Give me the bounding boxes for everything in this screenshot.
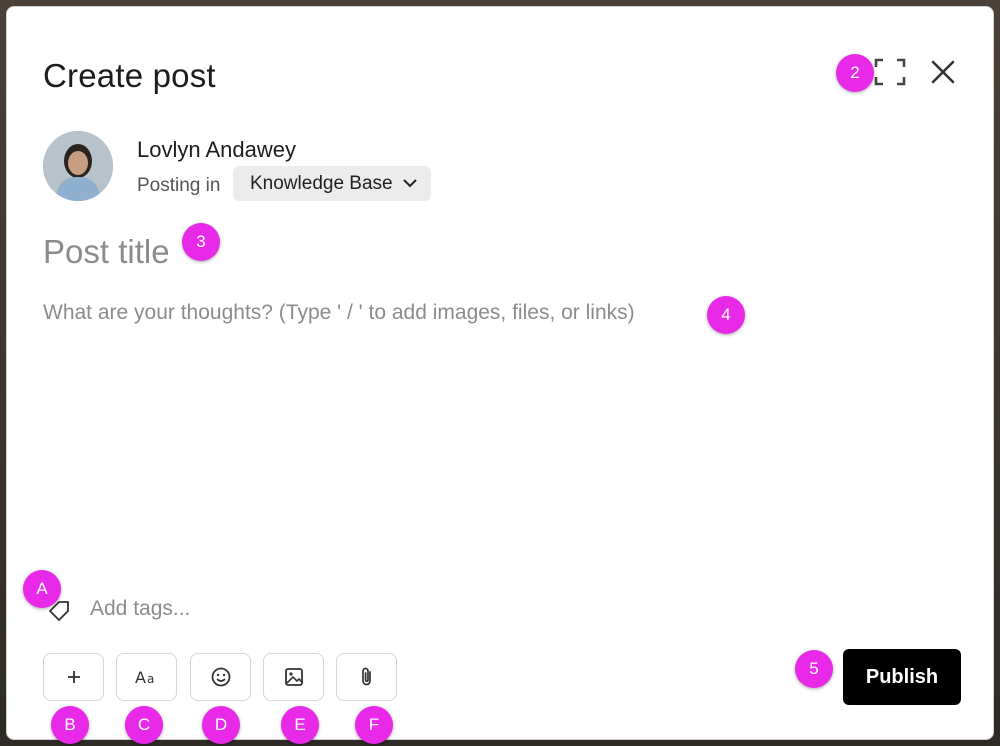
space-selector-label: Knowledge Base	[250, 173, 393, 194]
chevron-down-icon	[402, 179, 417, 188]
annotation-marker-5: 5	[795, 650, 833, 688]
svg-text:a: a	[147, 672, 154, 686]
svg-text:A: A	[135, 668, 146, 687]
avatar	[43, 131, 113, 201]
annotation-marker-f: F	[355, 706, 393, 744]
text-format-icon: A a	[135, 668, 154, 687]
text-format-button[interactable]: A a	[116, 653, 177, 701]
annotation-marker-3: 3	[182, 223, 220, 261]
dialog-title: Create post	[43, 57, 216, 94]
add-button[interactable]	[43, 653, 104, 701]
close-button[interactable]	[928, 57, 958, 87]
expand-icon	[874, 58, 906, 86]
paperclip-icon	[361, 667, 371, 686]
annotation-marker-b: B	[51, 706, 89, 744]
smiley-icon	[211, 667, 230, 687]
tags-field[interactable]: Add tags...	[43, 595, 443, 625]
annotation-marker-d: D	[202, 706, 240, 744]
post-title-input[interactable]: Post title	[43, 233, 170, 271]
annotation-marker-c: C	[125, 706, 163, 744]
author-name: Lovlyn Andawey	[137, 137, 296, 162]
annotation-marker-2: 2	[836, 54, 874, 92]
annotation-marker-e: E	[281, 706, 319, 744]
annotation-marker-a: A	[23, 570, 61, 608]
annotation-marker-4: 4	[707, 296, 745, 334]
tags-input[interactable]: Add tags...	[90, 597, 190, 621]
image-button[interactable]	[263, 653, 324, 701]
publish-button[interactable]: Publish	[843, 649, 961, 705]
image-icon	[284, 668, 303, 686]
post-body-editor[interactable]: What are your thoughts? (Type ' / ' to a…	[43, 301, 635, 325]
emoji-button[interactable]	[190, 653, 251, 701]
attachment-button[interactable]	[336, 653, 397, 701]
plus-icon	[67, 671, 80, 683]
create-post-dialog: Create post Lovlyn Andawey Posting in Kn…	[6, 6, 994, 740]
posting-in-label: Posting in	[137, 175, 221, 196]
expand-button[interactable]	[873, 57, 907, 87]
close-icon	[931, 60, 955, 84]
space-selector[interactable]: Knowledge Base	[233, 166, 431, 201]
